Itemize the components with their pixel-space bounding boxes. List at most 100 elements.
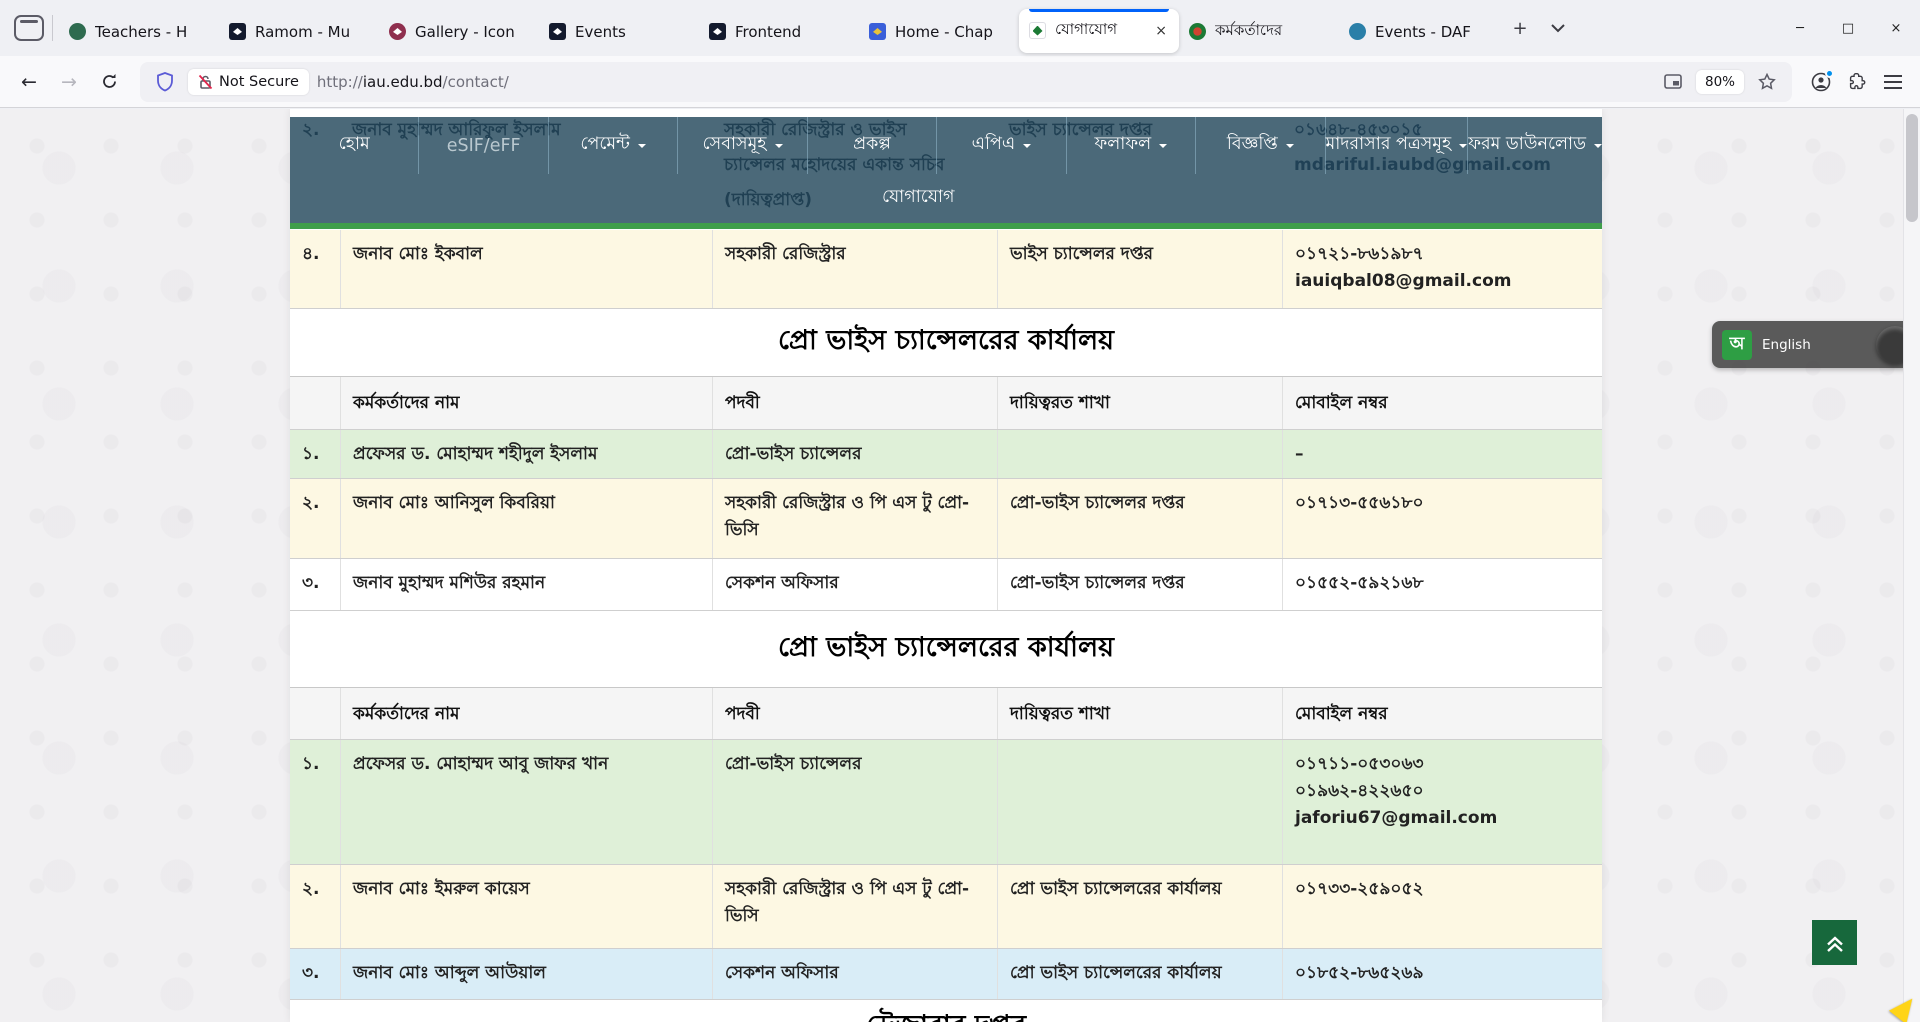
ramom-favicon (229, 23, 246, 40)
officer-name: জনাব মোঃ আব্দুল আউয়াল (340, 949, 712, 999)
officer-branch: প্রো ভাইস চ্যান্সেলরের কার্যালয় (997, 865, 1282, 948)
menu-hamburger-icon[interactable] (1878, 67, 1908, 97)
dropdown-caret-icon (775, 144, 783, 152)
account-icon[interactable] (1806, 67, 1836, 97)
tab-close-icon[interactable]: × (1153, 23, 1169, 39)
tab-title: কর্মকর্তাদের (1215, 19, 1329, 44)
officer-mobile: ০১৭৩৩-২৫৯০৫২ (1282, 865, 1602, 948)
back-button[interactable]: ← (12, 65, 46, 99)
tracking-protection-shield-icon[interactable] (150, 67, 180, 97)
officer-mobile: ০১৭১১-০৫৩০৬৩ ০১৯৬২-৪২২৬৫০ jaforiu67@gmai… (1282, 740, 1602, 864)
tab-teachers[interactable]: Teachers - H (59, 11, 219, 53)
picture-in-picture-icon[interactable] (1658, 67, 1688, 97)
nav-item-madrasah-letters[interactable]: মাদরাসার পত্রসমূহ (1325, 117, 1468, 174)
tab-title: Events - DAF (1375, 23, 1489, 41)
section-title: প্রো ভাইস চ্যান্সেলরের কার্যালয় (290, 309, 1602, 376)
officer-branch (997, 430, 1282, 478)
minimize-button[interactable]: ─ (1776, 0, 1824, 56)
page-content: ২. জনাব মুহাম্মদ আরিফুল ইসলাম সহকারী রেজ… (290, 109, 1602, 1022)
translate-language-label: English (1762, 337, 1811, 353)
events-favicon (549, 23, 566, 40)
officer-name: জনাব মোঃ ইকবাল (340, 230, 712, 308)
officer-designation: সহকারী রেজিস্ট্রার ও পি এস টু প্রো-ভিসি (712, 479, 997, 558)
officer-mobile: ০১৭২১-৮৬১৯৮৭ iauiqbal08@gmail.com (1282, 230, 1602, 308)
nav-item-contact[interactable]: যোগাযোগ (882, 184, 954, 213)
vertical-scrollbar[interactable] (1903, 109, 1920, 1022)
officer-branch: প্রো-ভাইস চ্যান্সেলর দপ্তর (997, 559, 1282, 610)
tab-gallery[interactable]: Gallery - Icon (379, 11, 539, 53)
close-button[interactable]: × (1872, 0, 1920, 56)
new-tab-button[interactable]: + (1503, 11, 1537, 45)
officer-designation: সহকারী রেজিস্ট্রার ও পি এস টু প্রো-ভিসি (712, 865, 997, 948)
daf-favicon (1349, 23, 1366, 40)
tabbar-separator (52, 15, 53, 41)
nav-item-projects[interactable]: প্রকল্প (807, 117, 936, 174)
url-text[interactable]: http://iau.edu.bd/contact/ (317, 73, 1650, 91)
dropdown-caret-icon (1159, 144, 1167, 152)
officer-designation: সহকারী রেজিস্ট্রার (712, 230, 997, 308)
forward-button[interactable]: → (52, 65, 86, 99)
table-row: ২. জনাব মোঃ আনিসুল কিবরিয়া সহকারী রেজিস… (290, 479, 1602, 559)
col-designation: পদবী (712, 688, 997, 739)
firefox-view-icon[interactable] (14, 15, 44, 41)
iau-favicon (1029, 22, 1046, 39)
email-address: iauiqbal08@gmail.com (1295, 268, 1590, 295)
list-tabs-chevron-icon[interactable] (1541, 11, 1575, 45)
nav-item-home[interactable]: হোম (290, 117, 418, 174)
nav-item-esif[interactable]: eSIF/eFF (418, 117, 547, 174)
row-serial: ১. (290, 430, 340, 478)
url-bar[interactable]: Not Secure http://iau.edu.bd/contact/ 80… (140, 62, 1792, 102)
officer-name: জনাব মুহাম্মদ মশিউর রহমান (340, 559, 712, 610)
nav-item-apa[interactable]: এপিএ (936, 117, 1065, 174)
language-translate-widget[interactable]: অ English (1712, 321, 1920, 368)
nav-item-notices[interactable]: বিজ্ঞপ্তি (1195, 117, 1324, 174)
teachers-favicon (69, 23, 86, 40)
tab-events-daf[interactable]: Events - DAF (1339, 11, 1499, 53)
col-branch: দায়িত্বরত শাখা (997, 688, 1282, 739)
scroll-to-top-button[interactable] (1812, 920, 1857, 965)
table-row: ৪. জনাব মোঃ ইকবাল সহকারী রেজিস্ট্রার ভাই… (290, 230, 1602, 309)
zoom-level-chip[interactable]: 80% (1696, 70, 1744, 94)
nav-item-form-download[interactable]: ফরম ডাউনলোড (1467, 117, 1602, 174)
maximize-button[interactable]: □ (1824, 0, 1872, 56)
tab-title: Gallery - Icon (415, 23, 529, 41)
window-controls: ─ □ × (1776, 0, 1920, 56)
tab-jogajog-active[interactable]: যোগাযোগ × (1019, 9, 1179, 53)
row-serial: ১. (290, 740, 340, 864)
tab-title: Ramom - Mu (255, 23, 369, 41)
nav-item-payment[interactable]: পেমেন্ট (548, 117, 677, 174)
col-name: কর্মকর্তাদের নাম (340, 377, 712, 429)
officer-name: প্রফেসর ড. মোহাম্মদ শহীদুল ইসলাম (340, 430, 712, 478)
officer-designation: প্রো-ভাইস চ্যান্সেলর (712, 430, 997, 478)
dropdown-caret-icon (1023, 144, 1031, 152)
tab-title: Events (575, 23, 689, 41)
browser-window: Teachers - H Ramom - Mu Gallery - Icon E… (0, 0, 1920, 1022)
scrollbar-thumb[interactable] (1906, 114, 1918, 222)
tab-kormokorta[interactable]: কর্মকর্তাদের (1179, 11, 1339, 53)
col-mobile: মোবাইল নম্বর (1282, 377, 1602, 429)
officer-designation: প্রো-ভাইস চ্যান্সেলর (712, 740, 997, 864)
col-branch: দায়িত্বরত শাখা (997, 377, 1282, 429)
officer-designation: সেকশন অফিসার (712, 559, 997, 610)
bookmark-star-icon[interactable] (1752, 67, 1782, 97)
row-serial: ২. (290, 865, 340, 948)
col-name: কর্মকর্তাদের নাম (340, 688, 712, 739)
officer-name: প্রফেসর ড. মোহাম্মদ আবু জাফর খান (340, 740, 712, 864)
site-security-chip[interactable]: Not Secure (188, 69, 309, 95)
nav-item-results[interactable]: ফলাফল (1066, 117, 1195, 174)
reload-button[interactable] (92, 65, 126, 99)
officer-branch: প্রো ভাইস চ্যান্সেলরের কার্যালয় (997, 949, 1282, 999)
tab-frontend[interactable]: Frontend (699, 11, 859, 53)
navbar-row-1: হোম eSIF/eFF পেমেন্ট সেবাসমূহ প্রকল্প এপ… (290, 117, 1602, 174)
extensions-icon[interactable] (1842, 67, 1872, 97)
nav-item-services[interactable]: সেবাসমূহ (677, 117, 806, 174)
govt-favicon (1189, 23, 1206, 40)
tab-ramom[interactable]: Ramom - Mu (219, 11, 379, 53)
col-designation: পদবী (712, 377, 997, 429)
tab-events[interactable]: Events (539, 11, 699, 53)
double-chevron-up-icon (1823, 931, 1847, 955)
browser-toolbar: ← → Not Secure http://iau.edu.bd/contact… (0, 56, 1920, 108)
phone-number: ০১৭২১-৮৬১৯৮৭ (1295, 241, 1590, 268)
tab-home[interactable]: Home - Chap (859, 11, 1019, 53)
officer-branch: প্রো-ভাইস চ্যান্সেলর দপ্তর (997, 479, 1282, 558)
